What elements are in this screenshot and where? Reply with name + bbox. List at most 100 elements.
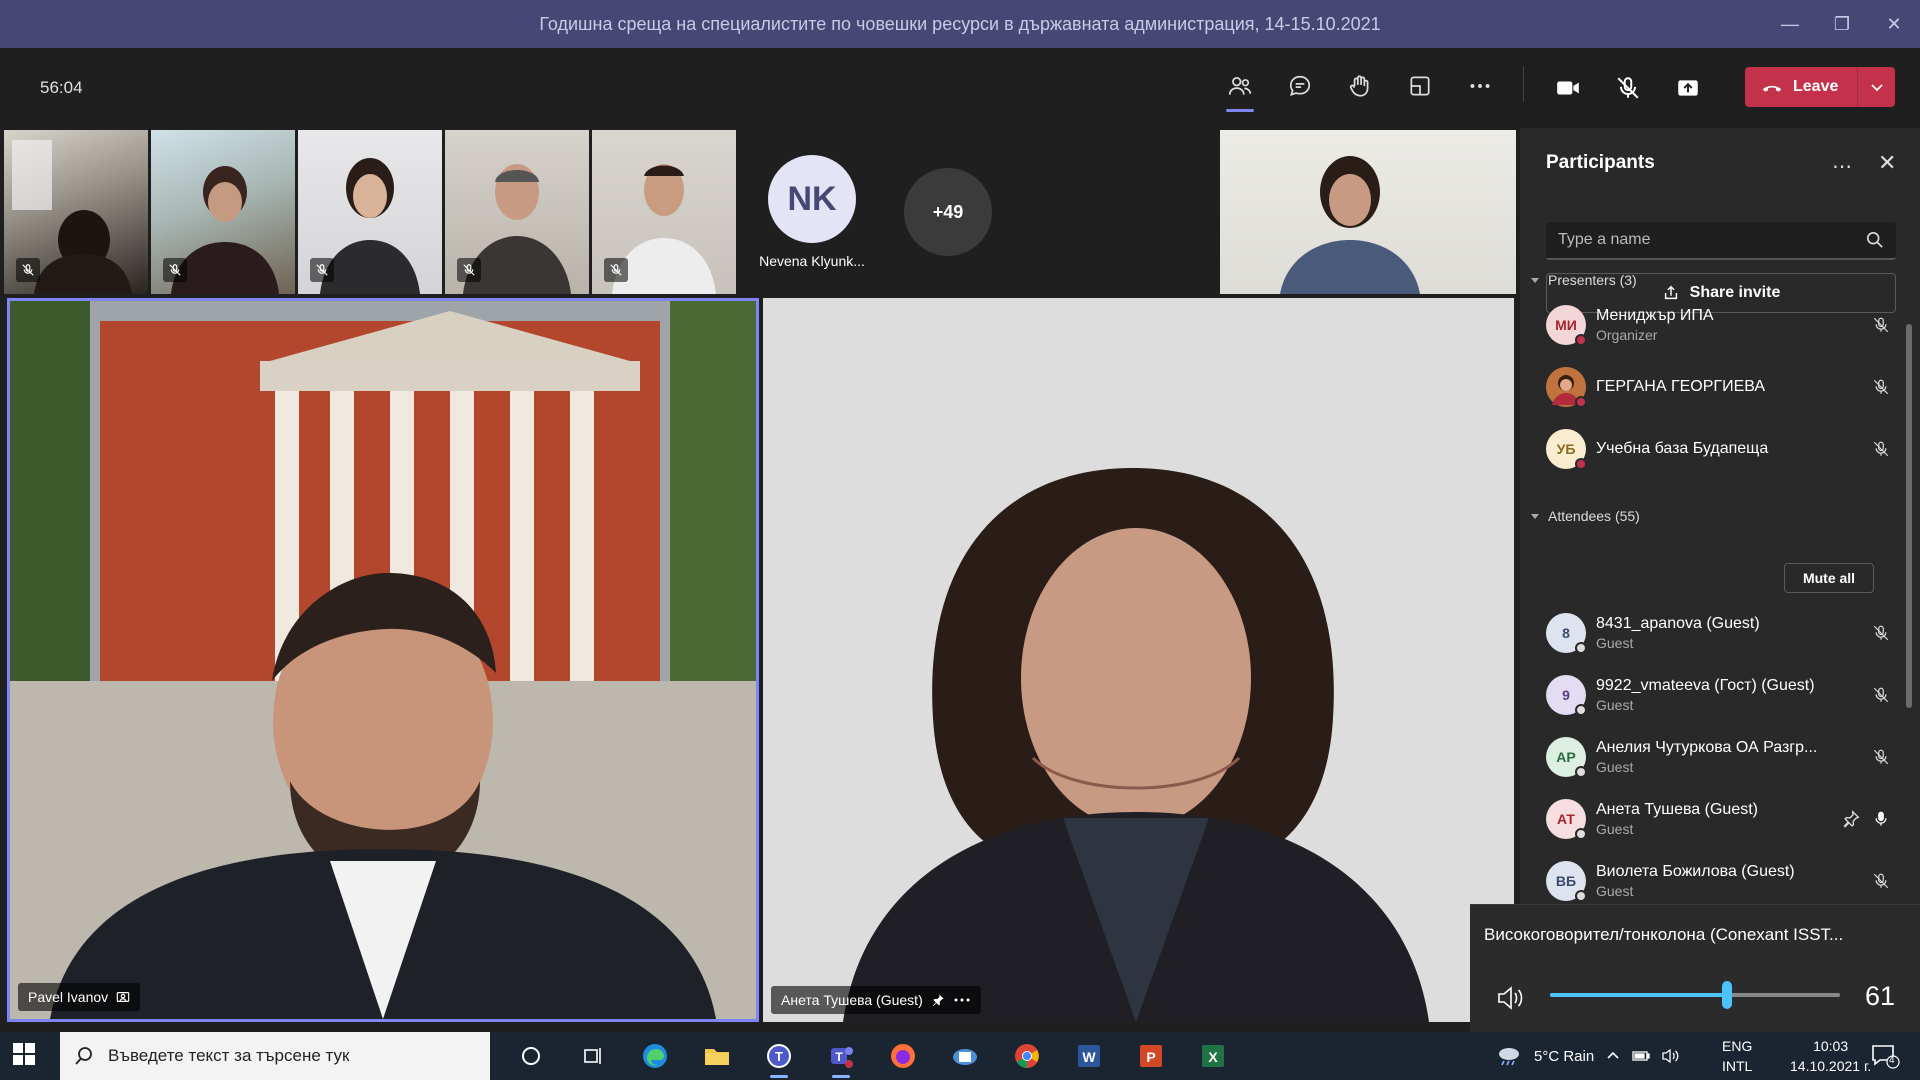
participant-row[interactable]: 8 8431_apanova (Guest) Guest bbox=[1546, 608, 1896, 658]
chat-button[interactable] bbox=[1278, 64, 1322, 108]
taskbar-apps: T T W P X bbox=[500, 1032, 1244, 1080]
notifications-button[interactable]: 4 bbox=[1870, 1042, 1900, 1075]
status-unknown-icon bbox=[1575, 828, 1587, 840]
cortana-button[interactable] bbox=[500, 1032, 562, 1080]
participant-name: ГЕРГАНА ГЕОРГИЕВА bbox=[1596, 378, 1766, 395]
share-screen-button[interactable] bbox=[1666, 66, 1710, 110]
powerpoint-icon: P bbox=[1140, 1045, 1162, 1067]
volume-slider-fill bbox=[1550, 993, 1727, 997]
taskbar-app-outlook[interactable] bbox=[934, 1032, 996, 1080]
participants-button[interactable] bbox=[1218, 64, 1262, 112]
participant-row[interactable]: АТ Анета Тушева (Guest) Guest bbox=[1546, 794, 1896, 844]
video-thumbnail[interactable] bbox=[298, 130, 442, 294]
taskbar-app-powerpoint[interactable]: P bbox=[1120, 1032, 1182, 1080]
input-language[interactable]: ENG INTL bbox=[1722, 1036, 1752, 1076]
thumbnail-mic-off-icon bbox=[163, 258, 187, 282]
share-tray-icon bbox=[1678, 80, 1698, 96]
panel-more-icon[interactable]: ⋯ bbox=[1832, 154, 1852, 179]
participant-row[interactable]: УБ Учебна база Будапеща bbox=[1546, 424, 1896, 474]
mic-button[interactable] bbox=[1606, 66, 1650, 110]
view-button[interactable] bbox=[1398, 64, 1442, 108]
participant-name-tag: Pavel Ivanov bbox=[18, 983, 141, 1011]
taskbar-app-chrome[interactable] bbox=[996, 1032, 1058, 1080]
cortana-icon bbox=[522, 1047, 540, 1065]
camera-button[interactable] bbox=[1546, 66, 1590, 110]
panel-scrollbar[interactable] bbox=[1906, 324, 1912, 708]
status-busy-icon bbox=[1575, 458, 1587, 470]
audio-device-name[interactable]: Високоговорител/тонколона (Conexant ISST… bbox=[1484, 925, 1843, 945]
participant-role: Guest bbox=[1596, 697, 1634, 713]
panel-close-icon[interactable]: ✕ bbox=[1878, 150, 1896, 176]
taskbar-clock[interactable]: 10:03 14.10.2021 г. bbox=[1790, 1036, 1871, 1076]
status-unknown-icon bbox=[1575, 766, 1587, 778]
chevron-down-icon bbox=[1870, 84, 1883, 92]
thumbnail-mic-off-icon bbox=[310, 258, 334, 282]
leave-button[interactable]: Leave bbox=[1745, 67, 1857, 107]
participant-row[interactable]: МИ Мениджър ИПА Organizer bbox=[1546, 300, 1896, 350]
status-unknown-icon bbox=[1575, 704, 1587, 716]
layout-icon bbox=[1410, 76, 1430, 96]
video-thumbnail[interactable] bbox=[4, 130, 148, 294]
speaker-icon[interactable] bbox=[1496, 985, 1526, 1016]
video-thumbnail[interactable] bbox=[1220, 130, 1516, 294]
chevron-up-icon bbox=[1607, 1051, 1619, 1059]
participant-role: Guest bbox=[1596, 821, 1634, 837]
overflow-tile[interactable]: +49 bbox=[876, 130, 1020, 294]
participant-name: 9922_vmateeva (Гост) (Guest) bbox=[1596, 677, 1815, 694]
start-button[interactable] bbox=[12, 1042, 36, 1071]
teams-icon: T bbox=[767, 1044, 791, 1068]
taskbar-app-teams[interactable]: T bbox=[748, 1032, 810, 1080]
task-view-button[interactable] bbox=[562, 1032, 624, 1080]
minimize-icon[interactable]: — bbox=[1764, 0, 1816, 48]
cloud-app-icon bbox=[953, 1049, 977, 1065]
participant-row[interactable]: ГЕРГАНА ГЕОРГИЕВА bbox=[1546, 362, 1896, 412]
volume-slider[interactable] bbox=[1550, 981, 1840, 1009]
more-actions-button[interactable] bbox=[1458, 64, 1502, 108]
system-tray: 5°C Rain bbox=[1496, 1032, 1680, 1080]
svg-text:X: X bbox=[1208, 1049, 1218, 1065]
taskbar-app-excel[interactable]: X bbox=[1182, 1032, 1244, 1080]
participant-role: Guest bbox=[1596, 759, 1634, 775]
participant-row[interactable]: 9 9922_vmateeva (Гост) (Guest) Guest bbox=[1546, 670, 1896, 720]
participant-row[interactable]: ВБ Виолета Божилова (Guest) Guest bbox=[1546, 856, 1896, 906]
leave-options-button[interactable] bbox=[1858, 79, 1895, 95]
caret-down-icon bbox=[1531, 514, 1539, 519]
reactions-button[interactable] bbox=[1338, 64, 1382, 108]
main-video-right[interactable]: Анета Тушева (Guest) bbox=[763, 298, 1514, 1022]
taskbar-app-firefox[interactable] bbox=[872, 1032, 934, 1080]
avatar: МИ bbox=[1546, 305, 1587, 346]
weather-text[interactable]: 5°C Rain bbox=[1534, 1048, 1594, 1065]
attendees-section-header[interactable]: Attendees (55) bbox=[1530, 508, 1640, 524]
caret-down-icon bbox=[1531, 278, 1539, 283]
taskbar-app-file-explorer[interactable] bbox=[686, 1032, 748, 1080]
language-code: ENG bbox=[1722, 1038, 1753, 1054]
participant-row[interactable]: АР Анелия Чутуркова ОА Разгр... Guest bbox=[1546, 732, 1896, 782]
excel-icon: X bbox=[1202, 1045, 1224, 1067]
pin-icon bbox=[932, 994, 944, 1006]
windows-logo-icon bbox=[13, 1043, 35, 1065]
video-thumbnail[interactable] bbox=[151, 130, 295, 294]
video-background bbox=[763, 298, 1514, 1022]
video-thumbnail[interactable] bbox=[445, 130, 589, 294]
mute-all-button[interactable]: Mute all bbox=[1784, 563, 1874, 593]
windows-taskbar: Въведете текст за търсене тук T T W P X … bbox=[0, 1032, 1920, 1080]
taskbar-app-word[interactable]: W bbox=[1058, 1032, 1120, 1080]
meeting-timer: 56:04 bbox=[40, 78, 83, 97]
taskbar-app-teams-classic[interactable]: T bbox=[810, 1032, 872, 1080]
volume-slider-knob[interactable] bbox=[1721, 981, 1732, 1009]
more-options-icon bbox=[954, 998, 970, 1002]
pin-icon[interactable] bbox=[1836, 810, 1866, 828]
restore-icon[interactable]: ❐ bbox=[1816, 0, 1868, 48]
taskbar-search[interactable]: Въведете текст за търсене тук bbox=[60, 1032, 490, 1080]
video-thumbnail[interactable] bbox=[592, 130, 736, 294]
search-input[interactable] bbox=[1558, 231, 1866, 249]
volume-value: 61 bbox=[1865, 981, 1896, 1011]
avatar-tile[interactable]: NK Nevena Klyunk... bbox=[740, 130, 884, 294]
presenters-section-header[interactable]: Presenters (3) bbox=[1530, 272, 1637, 288]
main-video-left[interactable]: Pavel Ivanov bbox=[7, 298, 759, 1022]
avatar: 8 bbox=[1546, 613, 1587, 654]
battery-icon bbox=[1632, 1051, 1650, 1061]
window-titlebar: Годишна среща на специалистите по човешк… bbox=[0, 0, 1920, 48]
taskbar-app-edge[interactable] bbox=[624, 1032, 686, 1080]
close-window-icon[interactable]: ✕ bbox=[1868, 0, 1920, 48]
